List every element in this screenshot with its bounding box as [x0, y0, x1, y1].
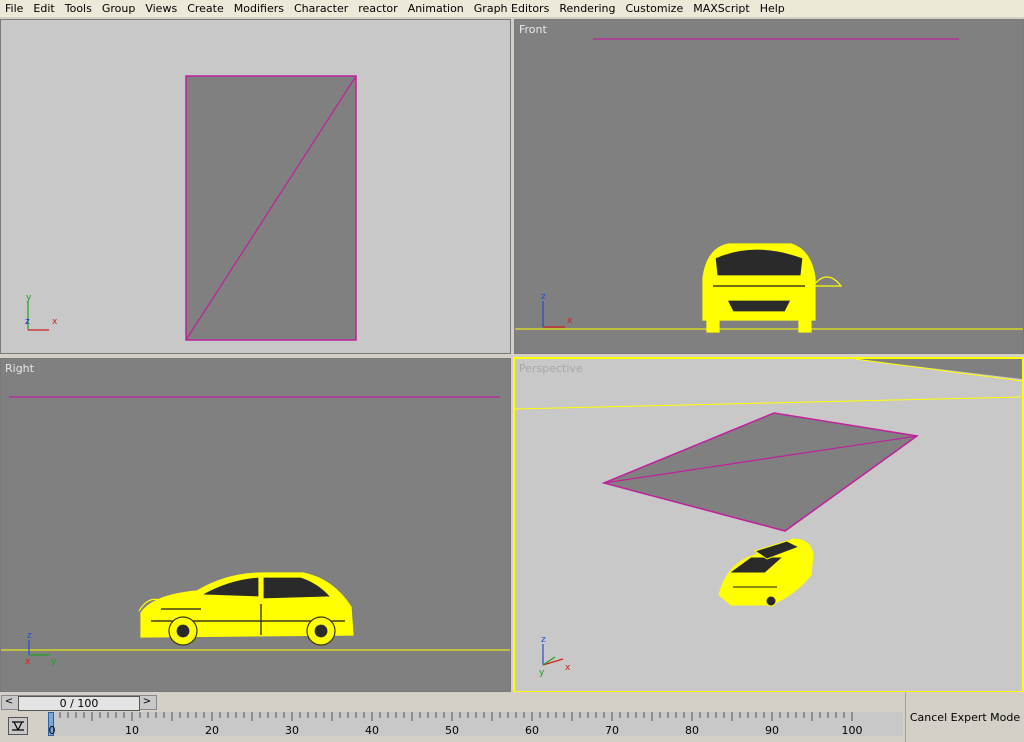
- viewport-perspective[interactable]: Perspective z x y: [513, 357, 1024, 693]
- axis-x-label: x: [25, 657, 31, 667]
- time-slider[interactable]: 0 / 100 < >: [0, 694, 160, 711]
- axis-y-label: y: [539, 668, 545, 678]
- axis-z-label: z: [27, 631, 32, 641]
- car-wireframe-persp[interactable]: [718, 538, 814, 607]
- car-wireframe-front[interactable]: [702, 243, 843, 333]
- menu-reactor[interactable]: reactor: [353, 0, 402, 17]
- menu-modifiers[interactable]: Modifiers: [229, 0, 289, 17]
- ruler-label: 40: [365, 724, 379, 737]
- perspective-view-canvas: z x y: [515, 359, 1022, 678]
- menu-rendering[interactable]: Rendering: [554, 0, 620, 17]
- mini-curve-editor-icon[interactable]: [8, 717, 28, 735]
- ruler-label: 100: [841, 724, 863, 737]
- menu-graph-editors[interactable]: Graph Editors: [469, 0, 555, 17]
- axis-x-label: x: [567, 316, 573, 326]
- ruler-label: 50: [445, 724, 459, 737]
- ruler-label: 20: [205, 724, 219, 737]
- ruler-label: 10: [125, 724, 139, 737]
- menu-file[interactable]: File: [0, 0, 28, 17]
- plane-object-persp[interactable]: [601, 412, 919, 532]
- axis-x-line: [542, 658, 564, 666]
- menu-views[interactable]: Views: [140, 0, 182, 17]
- track-bar[interactable]: 0 10 20 30 40 50 60 70 80 90 100: [48, 712, 903, 737]
- axis-z-label: z: [541, 292, 546, 302]
- menu-character[interactable]: Character: [289, 0, 353, 17]
- horizon-line: [515, 396, 1022, 410]
- ruler-label: 30: [285, 724, 299, 737]
- bottom-panel: 0 / 100 < > 0 10 20 30 40 50 60 70 80 90 100 Cance…: [0, 692, 1024, 742]
- prev-frame-button[interactable]: <: [2, 695, 16, 708]
- time-slider-thumb[interactable]: 0 / 100: [18, 696, 140, 711]
- top-view-canvas: y x z: [25, 75, 357, 341]
- ruler-label: 90: [765, 724, 779, 737]
- front-view-canvas: z x: [515, 38, 1023, 333]
- ruler-label: 0: [48, 724, 56, 737]
- menu-maxscript[interactable]: MAXScript: [688, 0, 754, 17]
- menu-edit[interactable]: Edit: [28, 0, 59, 17]
- next-frame-button[interactable]: >: [140, 695, 154, 708]
- axis-x-label: x: [565, 663, 571, 673]
- menu-create[interactable]: Create: [182, 0, 229, 17]
- axis-y-label: y: [26, 293, 32, 303]
- ruler-label: 70: [605, 724, 619, 737]
- axis-x-label: x: [52, 317, 58, 327]
- menu-group[interactable]: Group: [97, 0, 141, 17]
- viewport-right[interactable]: Right z y x: [0, 358, 511, 692]
- ruler-label: 80: [685, 724, 699, 737]
- viewport-top[interactable]: Top y x z: [0, 19, 511, 354]
- menu-help[interactable]: Help: [755, 0, 790, 17]
- menu-bar: File Edit Tools Group Views Create Modifiers Ch…: [0, 0, 1024, 17]
- ruler-label: 60: [525, 724, 539, 737]
- time-slider-track[interactable]: 0 / 100: [1, 695, 157, 711]
- cancel-expert-mode-button[interactable]: Cancel Expert Mode: [905, 692, 1024, 742]
- axis-y-label: y: [51, 657, 57, 667]
- axis-z-label: z: [25, 317, 30, 327]
- menu-tools[interactable]: Tools: [60, 0, 97, 17]
- right-view-canvas: z y x: [1, 396, 510, 667]
- menu-customize[interactable]: Customize: [620, 0, 688, 17]
- menu-animation[interactable]: Animation: [403, 0, 469, 17]
- axis-z-label: z: [541, 635, 546, 645]
- car-wireframe-side[interactable]: [138, 572, 354, 646]
- viewport-front[interactable]: Front z x: [514, 19, 1024, 354]
